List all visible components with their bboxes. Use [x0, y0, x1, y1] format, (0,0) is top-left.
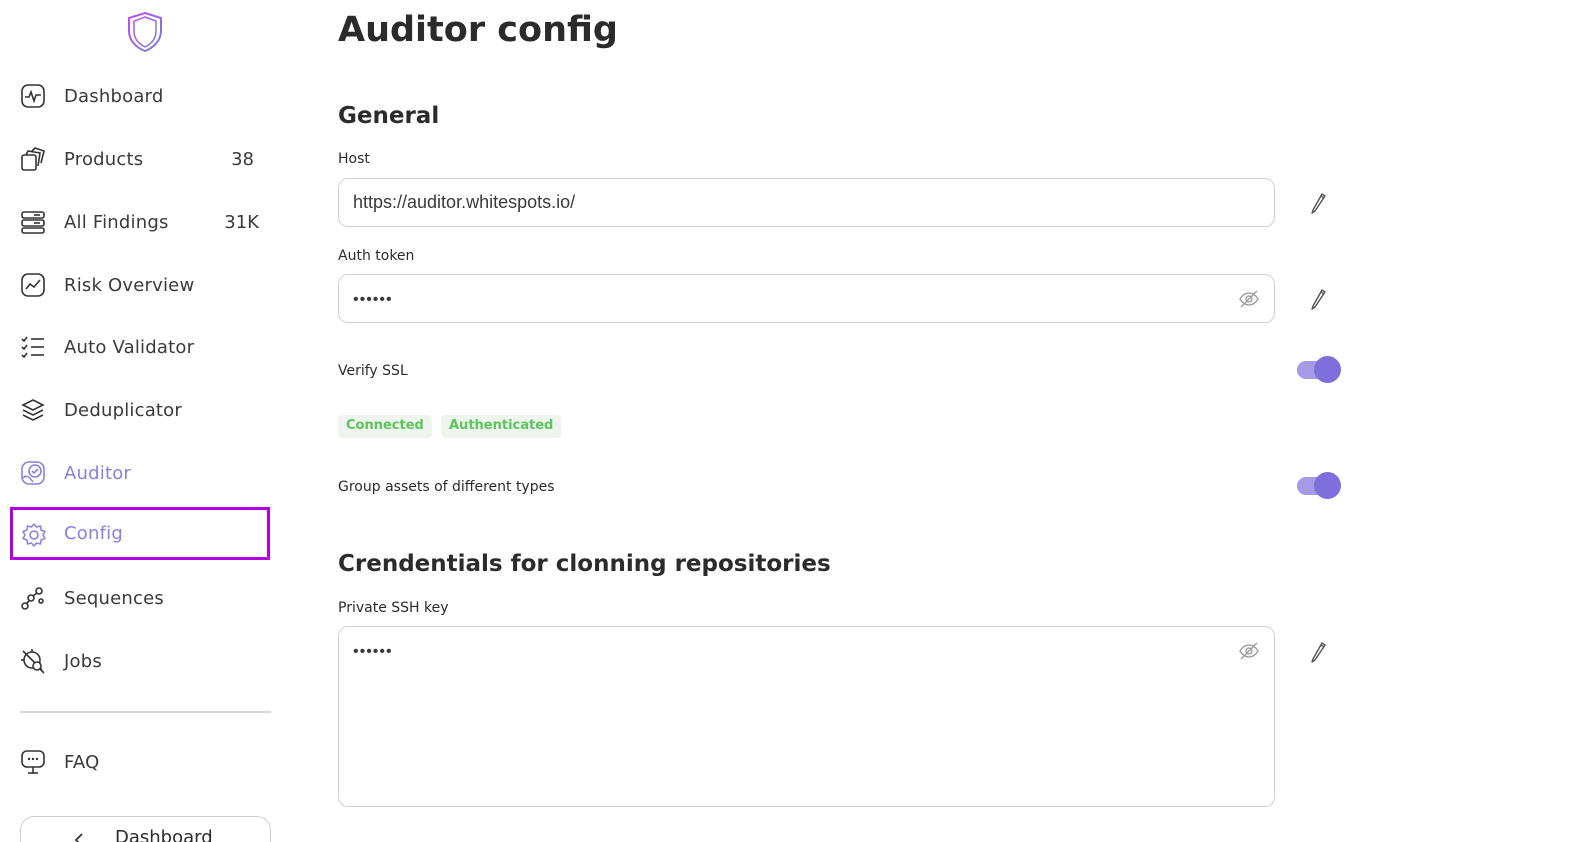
shield-logo-icon[interactable] [125, 11, 165, 53]
faq-icon [21, 750, 45, 774]
verify-ssl-toggle[interactable] [1297, 355, 1343, 385]
sidebar-item-label: Risk Overview [64, 274, 195, 296]
sidebar-item-label: Auditor [64, 462, 132, 484]
sequence-icon [21, 587, 44, 610]
sidebar-item-products[interactable]: Products 38 [10, 134, 270, 184]
sidebar-item-all-findings[interactable]: All Findings 31K [10, 197, 270, 247]
sidebar-item-dashboard[interactable]: Dashboard [10, 71, 270, 121]
auth-token-label: Auth token [338, 248, 415, 264]
eye-slash-icon[interactable] [1238, 640, 1260, 662]
sidebar-item-jobs[interactable]: Jobs [10, 636, 270, 686]
sidebar: Dashboard Products 38 All Findings 31K R… [0, 0, 290, 842]
ssh-key-label: Private SSH key [338, 600, 449, 616]
ssh-key-value: •••••• [353, 643, 393, 660]
general-section-title: General [338, 103, 440, 129]
back-to-dashboard-button[interactable]: Dashboard [20, 816, 271, 842]
verify-ssl-label: Verify SSL [338, 363, 408, 379]
page: Dashboard Products 38 All Findings 31K R… [0, 0, 1574, 842]
host-value: https://auditor.whitespots.io/ [353, 192, 576, 212]
sidebar-item-label: FAQ [64, 751, 100, 773]
auth-token-input[interactable]: •••••• [338, 274, 1275, 323]
group-assets-toggle[interactable] [1297, 471, 1343, 501]
dashboard-button-label: Dashboard [115, 827, 213, 842]
sidebar-item-label: All Findings [64, 211, 169, 233]
edit-auth-token-icon[interactable] [1308, 286, 1328, 310]
sidebar-item-config[interactable]: Config [10, 507, 270, 560]
sidebar-item-label: Dashboard [64, 85, 164, 107]
jobs-icon [21, 649, 45, 674]
stack-icon [21, 399, 45, 421]
gear-icon [22, 523, 46, 547]
edit-ssh-key-icon[interactable] [1308, 639, 1328, 663]
credentials-section-title: Crendentials for clonning repositories [338, 551, 831, 577]
eye-slash-icon[interactable] [1238, 288, 1260, 310]
layers-icon [21, 147, 45, 171]
sidebar-item-label: Auto Validator [64, 336, 195, 358]
authenticated-status-badge: Authenticated [441, 415, 562, 438]
host-input[interactable]: https://auditor.whitespots.io/ [338, 178, 1275, 227]
auditor-icon [21, 461, 45, 485]
chevron-left-icon [74, 833, 83, 842]
checklist-icon [21, 336, 44, 359]
sidebar-item-sequences[interactable]: Sequences [10, 573, 270, 623]
sidebar-item-deduplicator[interactable]: Deduplicator [10, 385, 270, 435]
sidebar-divider [20, 711, 271, 713]
sidebar-item-faq[interactable]: FAQ [10, 737, 270, 787]
group-assets-label: Group assets of different types [338, 479, 555, 495]
toggle-thumb [1314, 472, 1341, 499]
trend-icon [21, 273, 45, 297]
pulse-icon [21, 84, 45, 108]
sidebar-item-label: Deduplicator [64, 399, 182, 421]
findings-count-badge: 31K [224, 211, 259, 233]
sidebar-item-auditor[interactable]: Auditor [10, 448, 270, 498]
sidebar-item-label: Sequences [64, 587, 164, 609]
sidebar-item-auto-validator[interactable]: Auto Validator [10, 322, 270, 372]
sidebar-item-label: Config [64, 523, 123, 544]
auth-token-value: •••••• [353, 291, 393, 308]
products-count-badge: 38 [231, 148, 254, 170]
connected-status-badge: Connected [338, 415, 432, 438]
toggle-thumb [1314, 356, 1341, 383]
server-icon [21, 211, 45, 234]
sidebar-item-label: Products [64, 148, 144, 170]
sidebar-item-label: Jobs [64, 650, 102, 672]
sidebar-item-risk-overview[interactable]: Risk Overview [10, 260, 270, 310]
edit-host-icon[interactable] [1308, 190, 1328, 214]
host-label: Host [338, 151, 370, 167]
page-title: Auditor config [338, 10, 618, 50]
ssh-key-textarea[interactable]: •••••• [338, 626, 1275, 807]
